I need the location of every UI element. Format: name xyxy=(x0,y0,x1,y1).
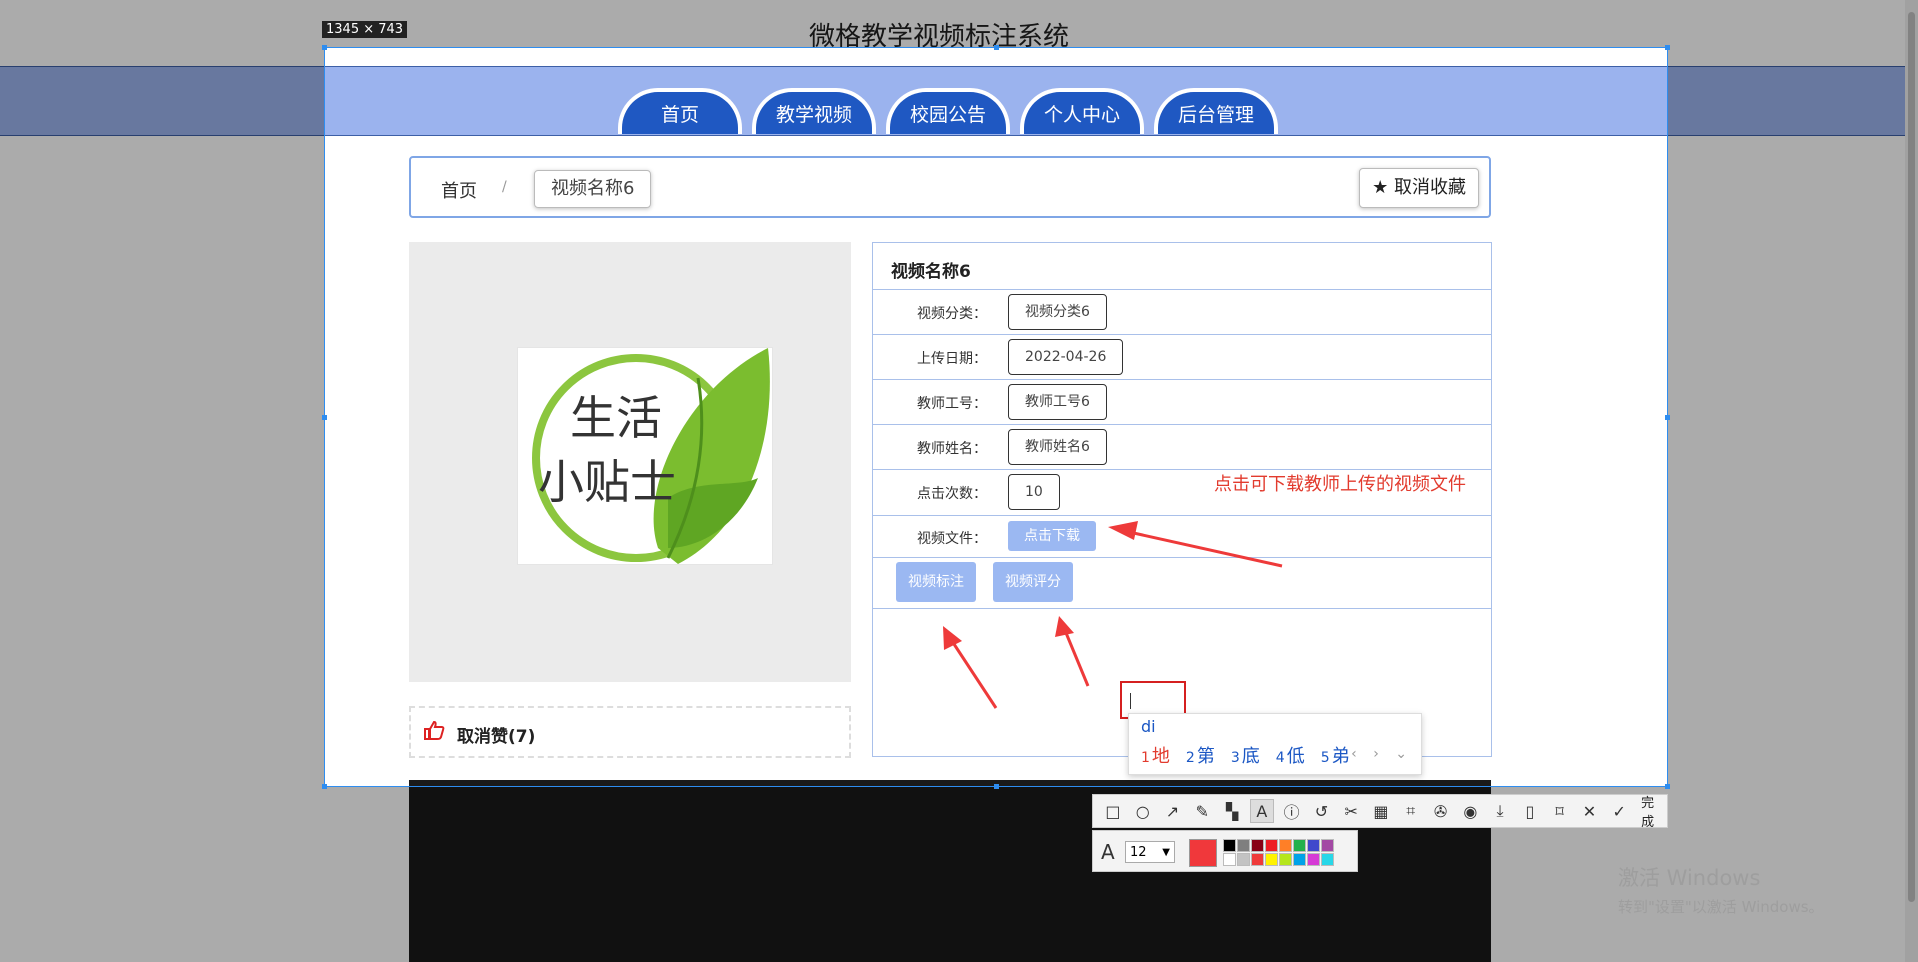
arrow-to-annotate xyxy=(943,626,998,709)
color-swatch-12[interactable] xyxy=(1265,853,1278,866)
color-swatch-15[interactable] xyxy=(1307,853,1320,866)
undo-icon[interactable]: ↺ xyxy=(1310,799,1334,823)
windows-activation-watermark: 激活 Windows 转到"设置"以激活 Windows。 xyxy=(1618,862,1824,917)
check-icon[interactable]: ✓ xyxy=(1607,799,1631,823)
record-icon[interactable]: ◉ xyxy=(1458,799,1482,823)
color-swatch-3[interactable] xyxy=(1251,839,1264,852)
color-swatch-5[interactable] xyxy=(1279,839,1292,852)
color-swatch-13[interactable] xyxy=(1279,853,1292,866)
arrow-to-download xyxy=(1108,521,1283,568)
font-icon: A xyxy=(1101,840,1115,864)
mosaic-tool-icon[interactable]: ▚ xyxy=(1220,799,1244,823)
ime-input-text: di xyxy=(1141,717,1156,736)
phone-icon[interactable]: ▯ xyxy=(1518,799,1542,823)
text-tool-icon[interactable]: A xyxy=(1249,799,1274,823)
close-icon[interactable]: ✕ xyxy=(1578,799,1602,823)
color-swatch-11[interactable] xyxy=(1251,853,1264,866)
ime-candidate-2[interactable]: 2第 xyxy=(1186,742,1215,768)
ime-candidate-3[interactable]: 3底 xyxy=(1231,742,1260,768)
bookmark-icon[interactable]: ⌑ xyxy=(1548,799,1572,823)
crop-icon[interactable]: ⌗ xyxy=(1399,799,1423,823)
number-tool-icon[interactable]: ⓘ xyxy=(1280,799,1304,823)
ime-candidate-5[interactable]: 5弟 xyxy=(1321,742,1350,768)
activation-line2: 转到"设置"以激活 Windows。 xyxy=(1618,898,1824,916)
done-button[interactable]: 完成 xyxy=(1641,792,1667,830)
ime-page-nav[interactable]: ‹ › ⌄ xyxy=(1351,746,1413,762)
scissors-icon[interactable]: ✂ xyxy=(1339,799,1363,823)
pencil-tool-icon[interactable]: ✎ xyxy=(1190,799,1214,823)
ime-candidate-1[interactable]: 1地 xyxy=(1141,742,1170,768)
pin-icon[interactable]: ✇ xyxy=(1429,799,1453,823)
arrow-to-rate xyxy=(1055,616,1090,687)
color-swatch-7[interactable] xyxy=(1307,839,1320,852)
screenshot-toolbar: □ ○ ↗ ✎ ▚ A ⓘ ↺ ✂ ▦ ⌗ ✇ ◉ ⤓ ▯ ⌑ ✕ ✓ 完成 xyxy=(1092,792,1668,830)
arrow-tool-icon[interactable]: ↗ xyxy=(1161,799,1185,823)
color-swatch-14[interactable] xyxy=(1293,853,1306,866)
ime-candidates: 1地 2第 3底 4低 5弟 xyxy=(1141,742,1350,768)
download-icon[interactable]: ⤓ xyxy=(1488,799,1512,823)
text-style-bar: A 12 ▼ xyxy=(1092,830,1358,872)
ocr-icon[interactable]: ▦ xyxy=(1369,799,1393,823)
color-swatch-16[interactable] xyxy=(1321,853,1334,866)
color-swatch-4[interactable] xyxy=(1265,839,1278,852)
color-swatch-9[interactable] xyxy=(1223,853,1236,866)
color-swatch-1[interactable] xyxy=(1223,839,1236,852)
rectangle-tool-icon[interactable]: □ xyxy=(1101,799,1125,823)
color-swatch-8[interactable] xyxy=(1321,839,1334,852)
text-caret xyxy=(1130,693,1131,709)
ime-candidate-window: di 1地 2第 3底 4低 5弟 ‹ › ⌄ xyxy=(1128,713,1422,775)
activation-line1: 激活 Windows xyxy=(1618,866,1761,890)
color-swatch-6[interactable] xyxy=(1293,839,1306,852)
current-color-swatch[interactable] xyxy=(1189,839,1217,867)
ellipse-tool-icon[interactable]: ○ xyxy=(1131,799,1155,823)
color-palette xyxy=(1223,839,1334,866)
color-swatch-2[interactable] xyxy=(1237,839,1250,852)
ime-candidate-4[interactable]: 4低 xyxy=(1276,742,1305,768)
font-size-select[interactable]: 12 ▼ xyxy=(1125,841,1175,863)
color-swatch-10[interactable] xyxy=(1237,853,1250,866)
